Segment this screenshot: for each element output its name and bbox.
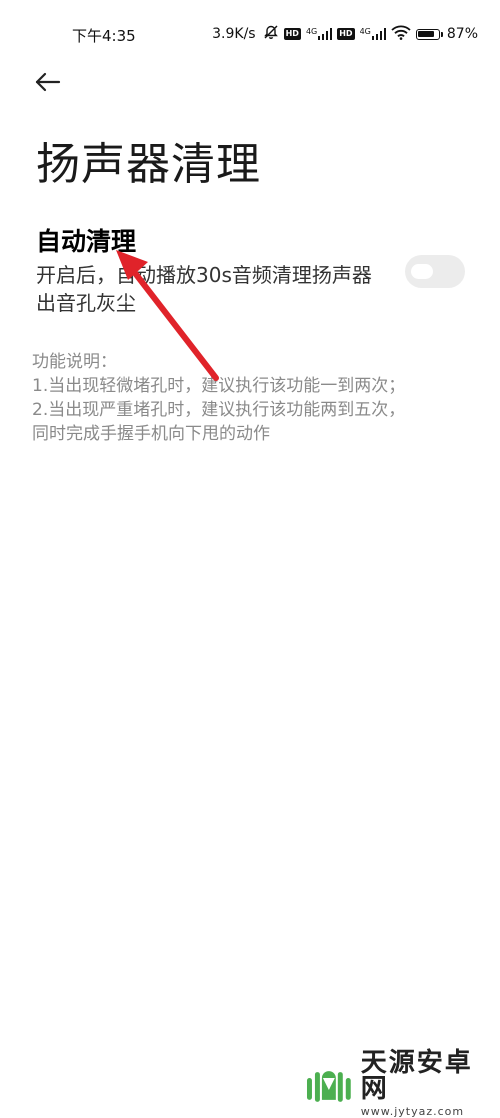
android-logo-icon (306, 1070, 351, 1102)
function-description-line: 同时完成手握手机向下甩的动作 (32, 424, 270, 444)
back-button[interactable] (30, 66, 66, 98)
auto-clean-description-line: 出音孔灰尘 (36, 291, 136, 315)
auto-clean-description-line: 开启后，自动播放30s音频清理扬声器 (36, 263, 372, 287)
page-title: 扬声器清理 (36, 139, 261, 190)
function-description: 功能说明： 1.当出现轻微堵孔时，建议执行该功能一到两次； 2.当出现严重堵孔时… (32, 350, 477, 446)
watermark: 天源安卓网 www.jytyaz.com (305, 1050, 500, 1117)
auto-clean-title: 自动清理 (36, 227, 137, 256)
network-type-label: 4G (305, 27, 318, 36)
battery-indicator: 87% (415, 26, 478, 42)
signal-sim1-icon: 4G (305, 27, 333, 40)
auto-clean-toggle[interactable] (405, 255, 465, 288)
alarm-off-icon (263, 24, 279, 44)
status-icons: 3.9K/s HD 4G HD 4G 87% (212, 24, 478, 44)
watermark-url: www.jytyaz.com (360, 1105, 465, 1118)
function-description-line: 1.当出现轻微堵孔时，建议执行该功能一到两次； (32, 376, 406, 396)
wifi-icon (391, 25, 411, 44)
hd-badge: HD (337, 28, 355, 40)
network-speed: 3.9K/s (212, 26, 256, 42)
toggle-knob (411, 264, 433, 279)
watermark-text: 天源安卓网 www.jytyaz.com (361, 1050, 500, 1117)
hd-badge: HD (283, 28, 301, 40)
network-type-label: 4G (359, 27, 371, 36)
arrow-left-icon (35, 72, 61, 92)
auto-clean-setting[interactable]: 自动清理 开启后，自动播放30s音频清理扬声器 出音孔灰尘 (36, 222, 466, 322)
battery-icon (415, 28, 440, 40)
watermark-name: 天源安卓网 (360, 1048, 473, 1104)
signal-sim2-icon: 4G (360, 28, 386, 40)
battery-fill (418, 31, 435, 37)
status-bar: 下午4:35 3.9K/s HD 4G HD 4G 87% (0, 0, 500, 70)
auto-clean-description: 开启后，自动播放30s音频清理扬声器 出音孔灰尘 (36, 261, 398, 317)
function-description-heading: 功能说明： (32, 352, 117, 372)
status-time: 下午4:35 (72, 27, 136, 45)
function-description-line: 2.当出现严重堵孔时，建议执行该功能两到五次， (32, 400, 406, 420)
battery-cap (440, 31, 443, 37)
battery-percent: 87% (446, 26, 478, 42)
